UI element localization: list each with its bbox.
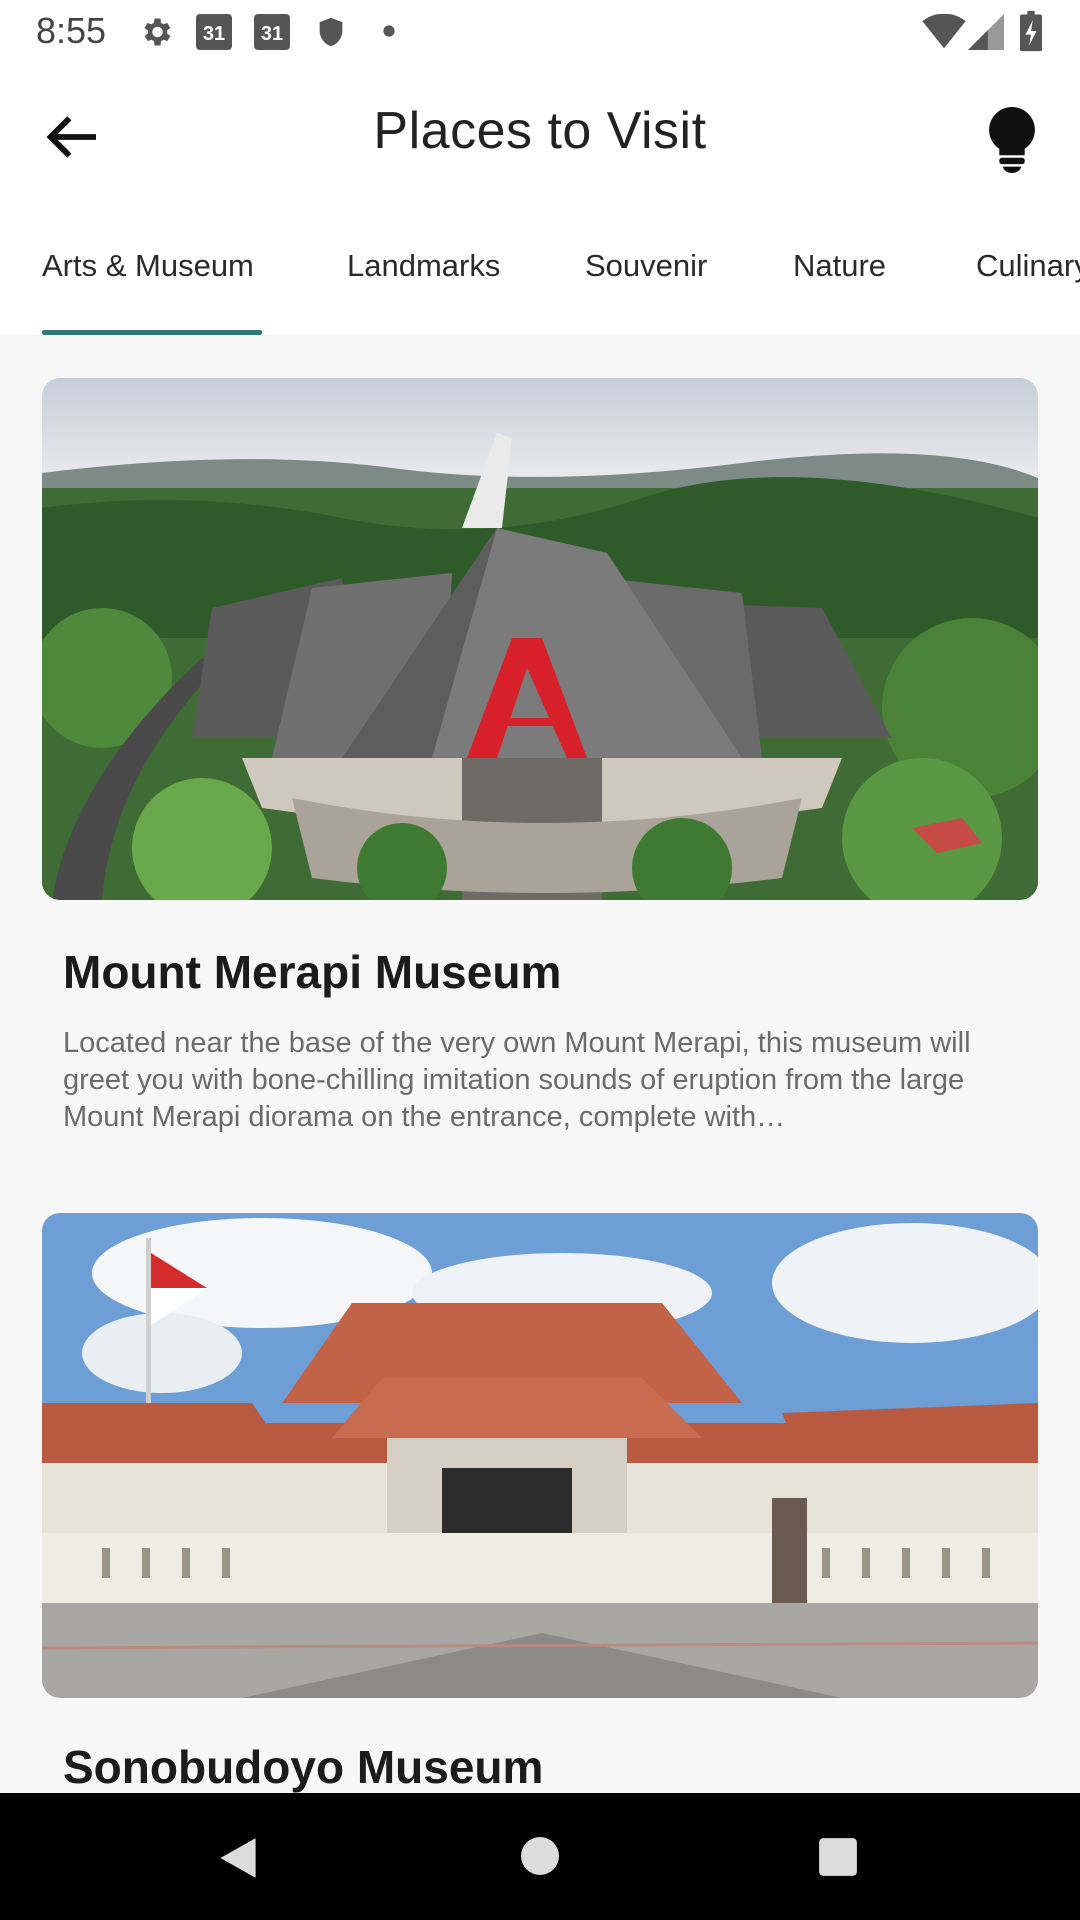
recents-square-icon[interactable] (817, 1836, 859, 1878)
place-image[interactable] (42, 378, 1038, 900)
signal-icon (968, 14, 1004, 50)
calendar-icon: 31 (196, 14, 232, 50)
battery-icon (1020, 10, 1042, 52)
gear-icon (144, 18, 171, 46)
app-bar: Places to Visit (0, 63, 1080, 203)
calendar-day: 31 (202, 23, 226, 45)
calendar-day: 31 (260, 23, 284, 45)
place-title[interactable]: Sonobudoyo Museum (63, 1740, 543, 1793)
place-image[interactable] (42, 1213, 1038, 1698)
page-title: Places to Visit (373, 102, 707, 160)
tab-nature[interactable]: Nature (793, 248, 886, 284)
place-title[interactable]: Mount Merapi Museum (63, 945, 561, 999)
dot-icon (383, 25, 395, 37)
tab-landmarks[interactable]: Landmarks (347, 248, 500, 284)
lightbulb-icon[interactable] (984, 107, 1040, 173)
status-bar: 8:55 31 31 (0, 0, 1080, 63)
tab-souvenir[interactable]: Souvenir (585, 248, 707, 284)
status-time: 8:55 (36, 10, 107, 51)
places-list[interactable]: Mount Merapi Museum Located near the bas… (0, 335, 1080, 1793)
tab-arts-museum[interactable]: Arts & Museum (42, 248, 254, 284)
home-circle-icon[interactable] (520, 1836, 560, 1876)
shield-icon (319, 17, 343, 47)
wifi-icon (922, 14, 966, 49)
back-triangle-icon[interactable] (216, 1836, 260, 1880)
system-nav-bar (0, 1793, 1080, 1920)
place-description: Located near the base of the very own Mo… (63, 1027, 971, 1133)
tab-culinary[interactable]: Culinary (976, 248, 1080, 284)
museum-photo (42, 1213, 1038, 1698)
museum-photo (42, 378, 1038, 900)
category-tabs: Arts & Museum Landmarks Souvenir Nature … (0, 203, 1080, 335)
calendar-icon: 31 (254, 14, 290, 50)
